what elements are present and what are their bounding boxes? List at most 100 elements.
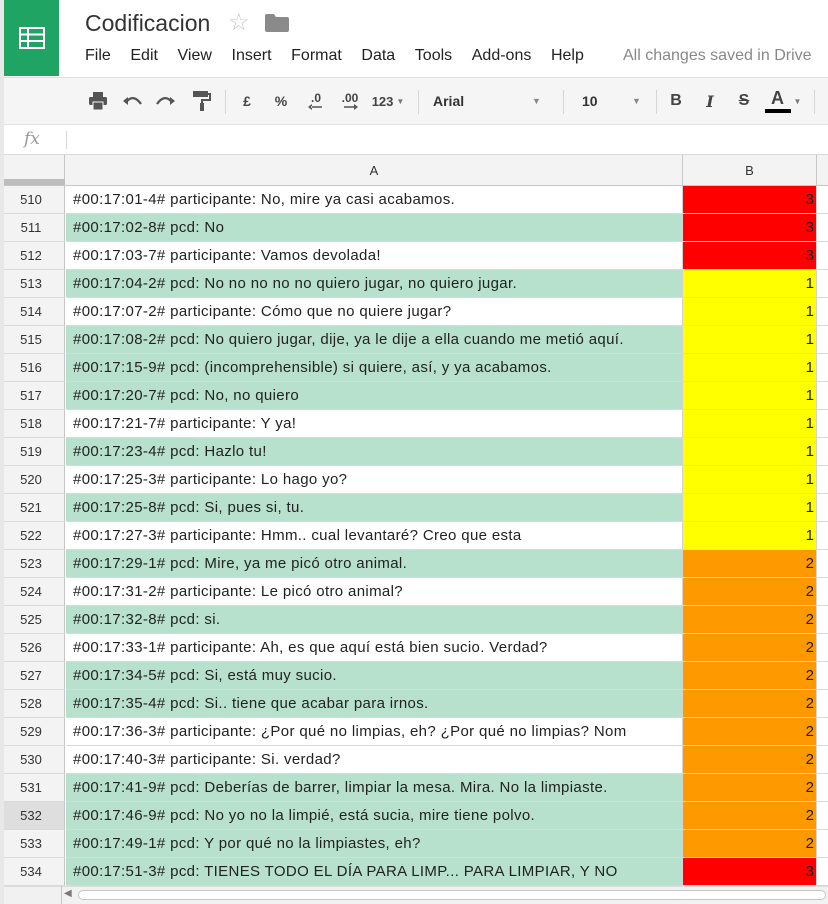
- folder-icon[interactable]: [265, 14, 289, 37]
- cell-b[interactable]: 2: [683, 802, 817, 830]
- column-header-b[interactable]: B: [683, 155, 817, 185]
- row-header[interactable]: 516: [4, 354, 65, 382]
- cell-a[interactable]: #00:17:40-3# participante: Si. verdad?: [66, 746, 683, 774]
- cell-a[interactable]: #00:17:07-2# participante: Cómo que no q…: [66, 298, 683, 326]
- menu-edit[interactable]: Edit: [130, 46, 158, 66]
- row-header[interactable]: 522: [4, 522, 65, 550]
- cell-a[interactable]: #00:17:01-4# participante: No, mire ya c…: [66, 186, 683, 214]
- cell-b[interactable]: 1: [683, 522, 817, 550]
- row-header[interactable]: 518: [4, 410, 65, 438]
- cell-b[interactable]: 3: [683, 242, 817, 270]
- cell-a[interactable]: #00:17:20-7# pcd: No, no quiero: [66, 382, 683, 410]
- cell-c[interactable]: [817, 270, 828, 298]
- menu-tools[interactable]: Tools: [415, 46, 452, 66]
- cell-c[interactable]: [817, 746, 828, 774]
- row-header[interactable]: 521: [4, 494, 65, 522]
- document-title[interactable]: Codificacion: [85, 10, 210, 37]
- cell-c[interactable]: [817, 802, 828, 830]
- row-header[interactable]: 532: [4, 802, 65, 830]
- cell-a[interactable]: #00:17:46-9# pcd: No yo no la limpié, es…: [66, 802, 683, 830]
- cell-c[interactable]: [817, 830, 828, 858]
- cell-b[interactable]: 2: [683, 830, 817, 858]
- cell-c[interactable]: [817, 382, 828, 410]
- scroll-left-icon[interactable]: ◀: [64, 888, 72, 899]
- cell-b[interactable]: 3: [683, 858, 817, 886]
- cell-c[interactable]: [817, 858, 828, 886]
- undo-button[interactable]: [118, 78, 146, 124]
- cell-c[interactable]: [817, 438, 828, 466]
- cell-a[interactable]: #00:17:21-7# participante: Y ya!: [66, 410, 683, 438]
- cell-c[interactable]: [817, 186, 828, 214]
- more-formats-button[interactable]: 123 ▼: [366, 78, 410, 124]
- cell-c[interactable]: [817, 242, 828, 270]
- cell-c[interactable]: [817, 550, 828, 578]
- row-header[interactable]: 523: [4, 550, 65, 578]
- star-icon[interactable]: ☆: [228, 10, 250, 36]
- increase-decimals-button[interactable]: .00: [336, 78, 364, 124]
- cell-a[interactable]: #00:17:51-3# pcd: TIENES TODO EL DÍA PAR…: [66, 858, 683, 886]
- row-header[interactable]: 519: [4, 438, 65, 466]
- row-header[interactable]: 534: [4, 858, 65, 886]
- frozen-row-handle[interactable]: [4, 179, 65, 185]
- row-header[interactable]: 511: [4, 214, 65, 242]
- row-header[interactable]: 510: [4, 186, 65, 214]
- menu-add-ons[interactable]: Add-ons: [472, 46, 532, 66]
- cell-b[interactable]: 1: [683, 298, 817, 326]
- cell-b[interactable]: 1: [683, 354, 817, 382]
- cell-a[interactable]: #00:17:02-8# pcd: No: [66, 214, 683, 242]
- cell-b[interactable]: 1: [683, 466, 817, 494]
- print-button[interactable]: [84, 78, 112, 124]
- cell-c[interactable]: [817, 494, 828, 522]
- cell-c[interactable]: [817, 466, 828, 494]
- paint-format-button[interactable]: [188, 78, 214, 124]
- row-header[interactable]: 524: [4, 578, 65, 606]
- formula-input[interactable]: [74, 128, 814, 152]
- cell-b[interactable]: 2: [683, 578, 817, 606]
- row-header[interactable]: 513: [4, 270, 65, 298]
- cell-b[interactable]: 2: [683, 662, 817, 690]
- menu-insert[interactable]: Insert: [232, 46, 272, 66]
- cell-a[interactable]: #00:17:33-1# participante: Ah, es que aq…: [66, 634, 683, 662]
- menu-data[interactable]: Data: [361, 46, 395, 66]
- cell-a[interactable]: #00:17:15-9# pcd: (incomprehensible) si …: [66, 354, 683, 382]
- row-header[interactable]: 531: [4, 774, 65, 802]
- select-all-corner[interactable]: [4, 155, 65, 185]
- cell-a[interactable]: #00:17:49-1# pcd: Y por qué no la limpia…: [66, 830, 683, 858]
- sheets-logo[interactable]: [4, 0, 59, 76]
- row-header[interactable]: 515: [4, 326, 65, 354]
- cell-a[interactable]: #00:17:32-8# pcd: si.: [66, 606, 683, 634]
- cell-b[interactable]: 1: [683, 326, 817, 354]
- menu-view[interactable]: View: [178, 46, 212, 66]
- row-header[interactable]: 533: [4, 830, 65, 858]
- cell-c[interactable]: [817, 578, 828, 606]
- cell-b[interactable]: 3: [683, 214, 817, 242]
- cell-a[interactable]: #00:17:41-9# pcd: Deberías de barrer, li…: [66, 774, 683, 802]
- cell-c[interactable]: [817, 410, 828, 438]
- cell-c[interactable]: [817, 326, 828, 354]
- row-header[interactable]: 517: [4, 382, 65, 410]
- scrollbar-thumb[interactable]: [78, 890, 826, 900]
- percent-format-button[interactable]: %: [270, 78, 292, 124]
- cell-a[interactable]: #00:17:04-2# pcd: No no no no no quiero …: [66, 270, 683, 298]
- cell-b[interactable]: 1: [683, 382, 817, 410]
- row-header[interactable]: 514: [4, 298, 65, 326]
- cell-c[interactable]: [817, 354, 828, 382]
- cell-c[interactable]: [817, 690, 828, 718]
- cell-b[interactable]: 1: [683, 270, 817, 298]
- italic-button[interactable]: I: [698, 78, 722, 124]
- row-header[interactable]: 526: [4, 634, 65, 662]
- cell-c[interactable]: [817, 774, 828, 802]
- cell-c[interactable]: [817, 606, 828, 634]
- cell-c[interactable]: [817, 634, 828, 662]
- cell-a[interactable]: #00:17:34-5# pcd: Si, está muy sucio.: [66, 662, 683, 690]
- cell-b[interactable]: 1: [683, 494, 817, 522]
- cell-b[interactable]: 2: [683, 690, 817, 718]
- cell-a[interactable]: #00:17:29-1# pcd: Mire, ya me picó otro …: [66, 550, 683, 578]
- cell-c[interactable]: [817, 522, 828, 550]
- menu-file[interactable]: File: [85, 46, 111, 66]
- cell-a[interactable]: #00:17:25-8# pcd: Si, pues si, tu.: [66, 494, 683, 522]
- cell-b[interactable]: 2: [683, 634, 817, 662]
- cell-a[interactable]: #00:17:31-2# participante: Le picó otro …: [66, 578, 683, 606]
- cell-a[interactable]: #00:17:36-3# participante: ¿Por qué no l…: [66, 718, 683, 746]
- row-header[interactable]: 520: [4, 466, 65, 494]
